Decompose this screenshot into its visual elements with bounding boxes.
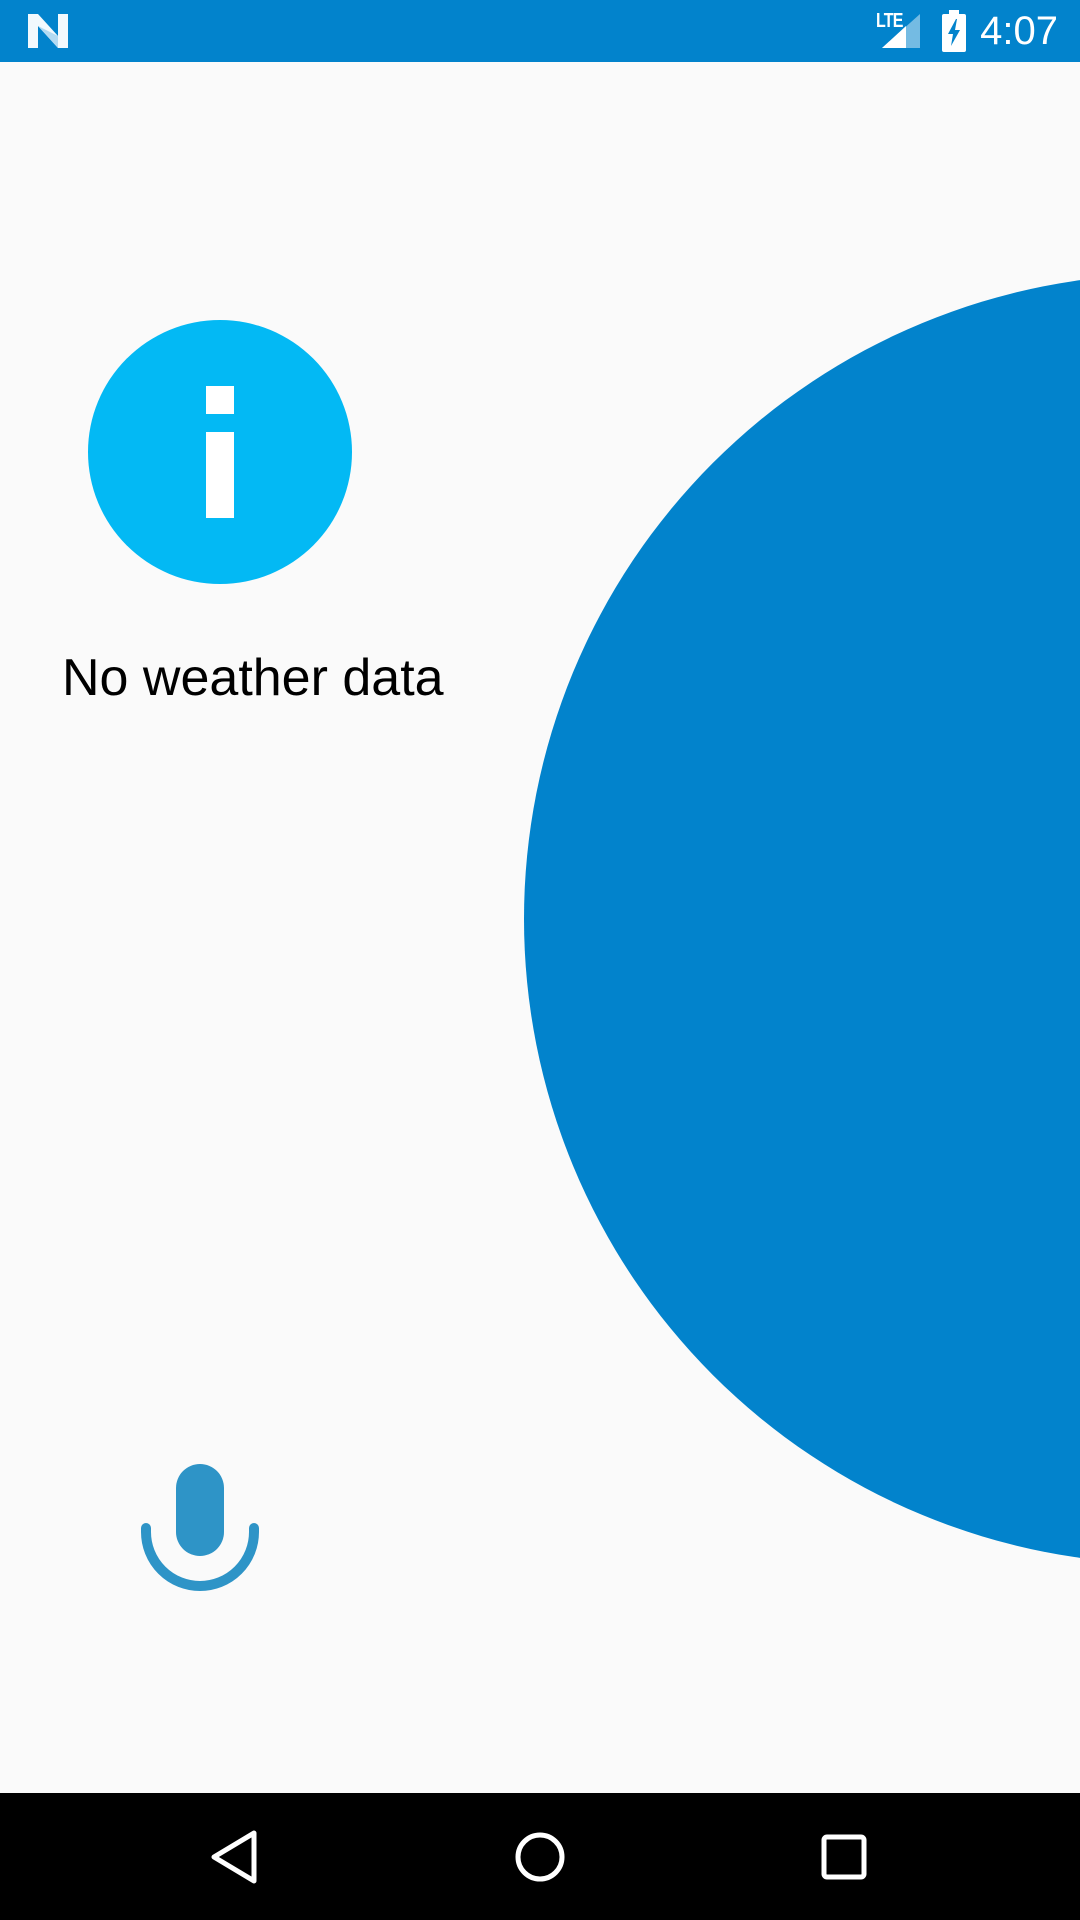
status-bar: LTE 4:07: [0, 0, 1080, 62]
status-clock: 4:07: [980, 9, 1058, 53]
no-data-message: No weather data: [62, 649, 444, 707]
home-icon[interactable]: [508, 1825, 572, 1889]
battery-charging-icon: [942, 10, 966, 52]
recents-icon[interactable]: [812, 1825, 876, 1889]
main-content: No weather data: [0, 62, 1080, 1793]
microphone-icon[interactable]: [136, 1458, 264, 1598]
decorative-circle: [524, 274, 1080, 1564]
app-logo-icon: [28, 14, 68, 48]
back-icon[interactable]: [204, 1825, 268, 1889]
info-icon: [88, 320, 352, 584]
navigation-bar: [0, 1793, 1080, 1920]
signal-icon: [882, 14, 920, 48]
